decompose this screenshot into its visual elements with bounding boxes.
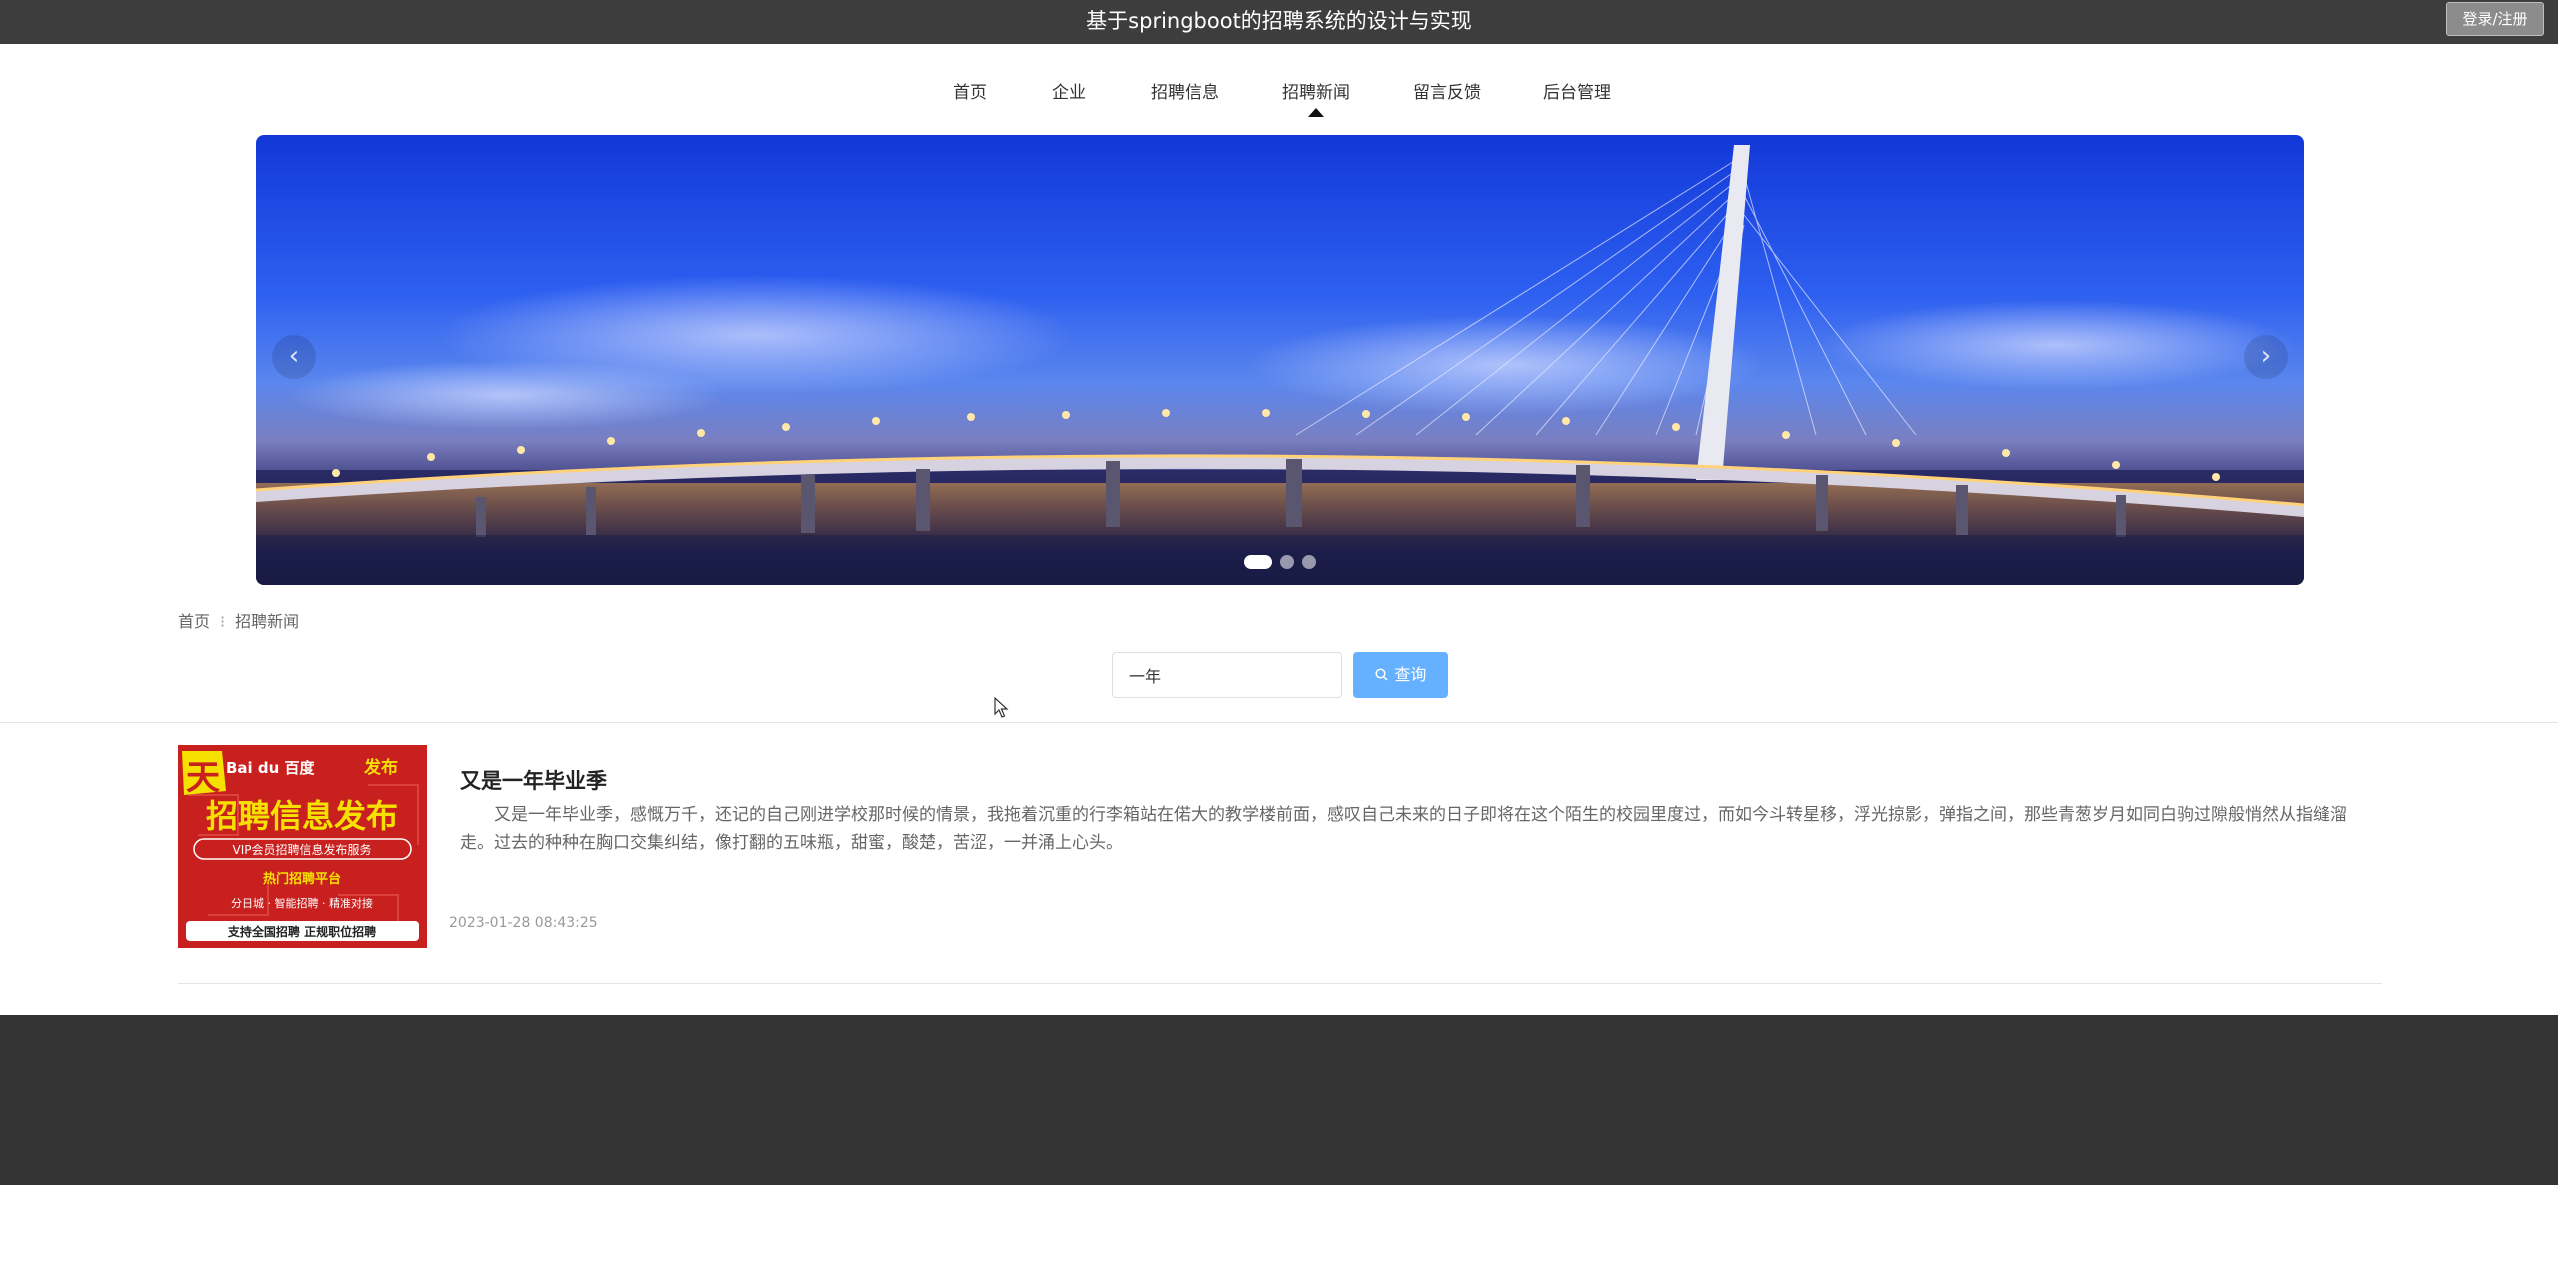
carousel-dot-1[interactable] — [1244, 555, 1272, 569]
thumb-brand: Bai du 百度 — [226, 759, 316, 777]
breadcrumb: 首页 ⁝ 招聘新闻 — [178, 608, 299, 632]
nav-item-feedback[interactable]: 留言反馈 — [1413, 78, 1481, 103]
thumb-line2: 热门招聘平台 — [263, 871, 341, 887]
nav-item-home[interactable]: 首页 — [953, 78, 987, 103]
carousel-dot-2[interactable] — [1280, 555, 1294, 569]
nav-item-company[interactable]: 企业 — [1052, 78, 1086, 103]
news-divider — [178, 983, 2382, 984]
breadcrumb-current: 招聘新闻 — [235, 612, 300, 631]
search-icon — [1375, 666, 1393, 684]
news-timestamp: 2023-01-28 08:43:25 — [449, 915, 598, 931]
site-title: 基于springboot的招聘系统的设计与实现 — [1086, 9, 1472, 33]
thumb-line1: VIP会员招聘信息发布服务 — [233, 842, 372, 857]
news-thumbnail: 天 Bai du 百度 发布 招聘信息发布 VIP会员招聘信息发布服务 热门招聘… — [178, 745, 427, 948]
nav-item-news-label: 招聘新闻 — [1282, 83, 1350, 103]
search-button[interactable]: 查询 — [1353, 652, 1448, 698]
carousel-next-button[interactable]: › — [2244, 335, 2288, 379]
thumb-line4: 支持全国招聘 正规职位招聘 — [227, 924, 376, 939]
search-input[interactable] — [1112, 652, 1342, 698]
active-caret-icon — [1308, 108, 1324, 117]
banner-carousel: ‹ › — [256, 135, 2304, 585]
section-divider — [0, 722, 2558, 723]
thumb-headline: 招聘信息发布 — [206, 797, 398, 835]
news-title[interactable]: 又是一年毕业季 — [460, 765, 607, 795]
thumb-line3: 分日城 · 智能招聘 · 精准对接 — [231, 896, 373, 910]
news-list-item[interactable]: 天 Bai du 百度 发布 招聘信息发布 VIP会员招聘信息发布服务 热门招聘… — [178, 745, 2382, 983]
nav-item-jobs[interactable]: 招聘信息 — [1151, 78, 1219, 103]
bridge-night-image — [256, 145, 2304, 585]
footer — [0, 1015, 2558, 1185]
carousel-dot-3[interactable] — [1302, 555, 1316, 569]
news-summary: 又是一年毕业季，感慨万千，还记的自己刚进学校那时候的情景，我拖着沉重的行李箱站在… — [460, 805, 2347, 853]
nav-item-admin[interactable]: 后台管理 — [1543, 78, 1611, 103]
top-bar: 基于springboot的招聘系统的设计与实现 登录/注册 — [0, 0, 2558, 44]
login-register-button[interactable]: 登录/注册 — [2446, 2, 2544, 36]
carousel-prev-button[interactable]: ‹ — [272, 335, 316, 379]
mouse-cursor-icon — [994, 697, 1009, 718]
nav-item-news[interactable]: 招聘新闻 — [1282, 78, 1350, 117]
breadcrumb-home[interactable]: 首页 — [178, 612, 210, 631]
search-button-label: 查询 — [1394, 665, 1427, 684]
carousel-indicators — [256, 555, 2304, 569]
svg-text:天: 天 — [186, 758, 220, 798]
thumb-badge: 发布 — [363, 757, 398, 778]
main-nav: 首页 企业 招聘信息 招聘新闻 留言反馈 后台管理 — [0, 44, 2558, 128]
recruitment-poster-image: 天 Bai du 百度 发布 招聘信息发布 VIP会员招聘信息发布服务 热门招聘… — [178, 745, 427, 948]
breadcrumb-separator: ⁝ — [220, 612, 226, 631]
